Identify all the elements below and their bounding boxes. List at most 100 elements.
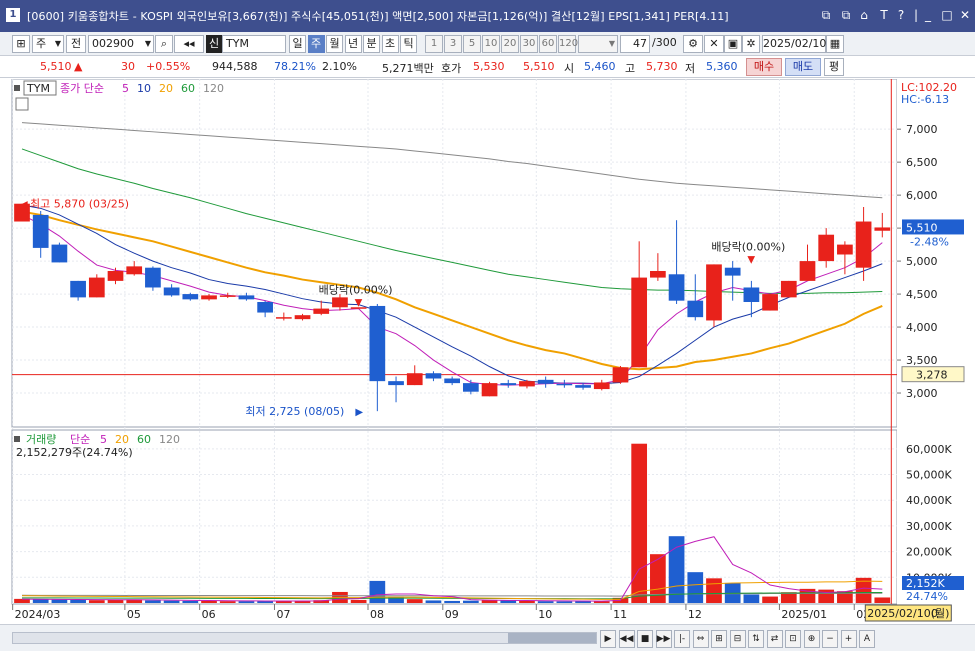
horizontal-icon[interactable]: ⇄ bbox=[766, 630, 783, 648]
interval-button-1[interactable]: 3 bbox=[444, 35, 462, 53]
period-button-5[interactable]: 초 bbox=[381, 35, 399, 53]
zoom-box-icon[interactable]: ⊞ bbox=[711, 630, 727, 648]
stock-chart[interactable]: 2024/03 05 06 07 08 09 10 11 12 2025/01 023,0003,5… bbox=[0, 79, 975, 624]
date-input[interactable]: 2025/02/10 bbox=[762, 35, 826, 53]
auto-icon[interactable]: A bbox=[859, 630, 875, 648]
font-size-icon[interactable]: T bbox=[876, 8, 892, 22]
candle-body bbox=[201, 295, 217, 300]
period-button-3[interactable]: 년 bbox=[344, 35, 362, 53]
candle-body bbox=[575, 385, 591, 388]
ask-price: 5,530 bbox=[473, 60, 505, 73]
crosshair-icon[interactable]: ⊡ bbox=[785, 630, 801, 648]
interval-button-0[interactable]: 1 bbox=[425, 35, 443, 53]
zoom-out-icon[interactable]: − bbox=[822, 630, 838, 648]
first-icon[interactable]: ◀◀ bbox=[618, 630, 635, 648]
reference-value-label: 3,278 bbox=[916, 369, 948, 382]
layout-icon[interactable]: ⊞ bbox=[12, 35, 30, 53]
magnify-icon[interactable]: ⊕ bbox=[803, 630, 820, 648]
dividend-annotation: 배당락(0.00%) bbox=[711, 240, 785, 253]
period-button-6[interactable]: 틱 bbox=[400, 35, 417, 53]
interval-button-7[interactable]: 120 bbox=[558, 35, 578, 53]
table-icon bbox=[15, 97, 29, 111]
search-icon[interactable]: ⌕ bbox=[155, 35, 173, 53]
maximize-icon[interactable]: □ bbox=[939, 8, 955, 22]
candle-body bbox=[874, 227, 891, 231]
scrollbar-thumb[interactable] bbox=[508, 633, 596, 643]
indicator-icon[interactable]: ⚙ bbox=[683, 35, 703, 53]
stock-code-input[interactable]: 002900 ▼ bbox=[88, 35, 154, 53]
prev-button[interactable]: 전 bbox=[66, 35, 86, 53]
current-price-label: 5,510 bbox=[906, 221, 938, 234]
y-tick-label: 4,500 bbox=[906, 288, 938, 301]
volume-bar bbox=[444, 600, 461, 603]
sell-button[interactable]: 매도 bbox=[785, 58, 821, 76]
period-button-2[interactable]: 월 bbox=[326, 35, 343, 53]
buy-button[interactable]: 매수 bbox=[746, 58, 782, 76]
zoom-out-box-icon[interactable]: ⊟ bbox=[729, 630, 746, 648]
candle-body bbox=[313, 308, 330, 314]
interval-custom-select[interactable]: ▼ bbox=[578, 35, 618, 53]
candle-body bbox=[51, 244, 68, 263]
window-title: [0600] 키움종합차트 - KOSPI 외국인보유[3,667(천)] 주식… bbox=[27, 10, 729, 23]
volume-bar bbox=[350, 599, 367, 603]
hc-label: HC:-6.13 bbox=[901, 93, 949, 106]
candle-body bbox=[145, 267, 161, 288]
volume-bar bbox=[519, 600, 535, 603]
volume-bar bbox=[668, 536, 685, 603]
y-tick-label: 3,500 bbox=[906, 354, 938, 367]
y-tick-label: 3,000 bbox=[906, 387, 938, 400]
candle-body bbox=[369, 305, 386, 382]
last-icon[interactable]: ▶▶ bbox=[655, 630, 672, 648]
copy-window-icon[interactable]: ⧉ bbox=[838, 8, 854, 23]
stop-icon[interactable]: ■ bbox=[637, 630, 653, 648]
hoga-label: 호가 bbox=[441, 62, 462, 75]
volume-bar bbox=[425, 600, 442, 603]
candle-body bbox=[388, 381, 404, 386]
range-icon[interactable]: |- bbox=[674, 630, 690, 648]
y-tick-label: 4,000 bbox=[906, 321, 938, 334]
link-window-icon[interactable]: ⧉ bbox=[818, 8, 834, 23]
candle-body bbox=[462, 383, 479, 392]
period-unit-value: 주 bbox=[36, 37, 47, 50]
draw-tool-icon[interactable]: ✕ bbox=[704, 35, 724, 53]
period-button-1[interactable]: 주 bbox=[307, 35, 325, 53]
interval-button-3[interactable]: 10 bbox=[482, 35, 500, 53]
period-unit-select[interactable]: 주 ▼ bbox=[32, 35, 64, 53]
period-button-0[interactable]: 일 bbox=[289, 35, 306, 53]
y-tick-label: 6,000 bbox=[906, 189, 938, 202]
close-icon[interactable]: ✕ bbox=[957, 8, 973, 22]
settings-gear-icon[interactable]: ✲ bbox=[742, 35, 760, 53]
y-tick-label: 6,500 bbox=[906, 156, 938, 169]
high-price: 5,730 bbox=[646, 60, 678, 73]
stock-name-field[interactable]: TYM bbox=[222, 35, 286, 53]
interval-button-6[interactable]: 60 bbox=[539, 35, 557, 53]
interval-button-2[interactable]: 5 bbox=[463, 35, 481, 53]
candle-body bbox=[593, 382, 610, 390]
candle-body bbox=[332, 297, 348, 308]
sound-icon[interactable]: ◂◂ bbox=[174, 35, 204, 53]
avg-button[interactable]: 평 bbox=[824, 58, 844, 76]
scroll-right-icon[interactable]: ▶ bbox=[600, 630, 616, 648]
vertical-icon[interactable]: ⇅ bbox=[748, 630, 764, 648]
count-input[interactable]: 47 bbox=[620, 35, 650, 53]
candle-body bbox=[275, 317, 292, 319]
home-icon[interactable]: ⌂ bbox=[856, 8, 872, 22]
fit-icon[interactable]: ⇔ bbox=[692, 630, 709, 648]
minimize-icon[interactable]: _ bbox=[920, 8, 936, 22]
save-icon[interactable]: ▣ bbox=[724, 35, 742, 53]
calendar-icon[interactable]: ▦ bbox=[826, 35, 844, 53]
help-icon[interactable]: ? bbox=[893, 8, 909, 22]
x-tick-label: 10 bbox=[538, 608, 552, 621]
volume-panel bbox=[11, 429, 898, 605]
interval-button-5[interactable]: 30 bbox=[520, 35, 538, 53]
volume-tick-label: 40,000K bbox=[906, 494, 952, 507]
chart-toolbar: ⊞ 주 ▼ 전 002900 ▼ ⌕ ◂◂ 신 TYM 일주월년분초틱 1 3 5 10 2… bbox=[0, 32, 975, 56]
chevron-down-icon: ▼ bbox=[608, 39, 615, 48]
period-button-4[interactable]: 분 bbox=[363, 35, 380, 53]
candle-body bbox=[650, 270, 666, 278]
zoom-in-icon[interactable]: + bbox=[840, 630, 857, 648]
interval-button-4[interactable]: 20 bbox=[501, 35, 519, 53]
horizontal-scrollbar[interactable] bbox=[12, 632, 597, 644]
trade-amount: 5,271백만 bbox=[382, 62, 434, 75]
volume-tick-label: 30,000K bbox=[906, 520, 952, 533]
